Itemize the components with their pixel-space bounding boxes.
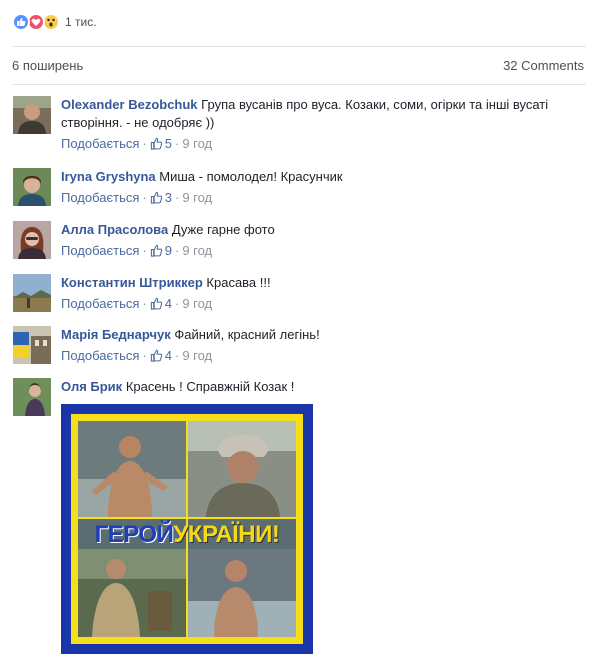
comment-meta: Подобається · 3 · 9 год bbox=[61, 190, 213, 206]
comment-photo-attachment[interactable]: ГЕРОЙ УКРАЇНИ! bbox=[61, 404, 313, 654]
like-button[interactable]: Подобається bbox=[61, 190, 139, 206]
comment-timestamp[interactable]: 9 год bbox=[182, 296, 212, 312]
like-count[interactable]: 4 bbox=[165, 348, 172, 364]
photo-yellow-frame: ГЕРОЙ УКРАЇНИ! bbox=[71, 414, 303, 644]
avatar[interactable] bbox=[13, 378, 51, 416]
comment-author[interactable]: Iryna Gryshyna bbox=[61, 169, 156, 184]
comment-author[interactable]: Марія Беднарчук bbox=[61, 327, 171, 342]
comment-meta: Подобається · 5 · 9 год bbox=[61, 136, 213, 152]
comment-timestamp[interactable]: 9 год bbox=[182, 136, 212, 152]
avatar[interactable] bbox=[13, 326, 51, 364]
comments-count-link[interactable]: 32 Comments bbox=[503, 58, 584, 73]
avatar[interactable] bbox=[13, 96, 51, 134]
comment-author[interactable]: Алла Прасолова bbox=[61, 222, 168, 237]
comment-text: Файний, красний легінь! bbox=[174, 327, 320, 342]
banner-part-yellow: УКРАЇНИ! bbox=[173, 521, 280, 548]
comment-timestamp[interactable]: 9 год bbox=[182, 190, 212, 206]
comment-author[interactable]: Константин Штриккер bbox=[61, 275, 203, 290]
post-stats-row: 6 поширень 32 Comments bbox=[12, 58, 584, 73]
comment-timestamp[interactable]: 9 год bbox=[182, 243, 212, 259]
avatar[interactable] bbox=[13, 168, 51, 206]
comment-text: Миша - помолодел! Красунчик bbox=[159, 169, 343, 184]
comment-text: Дуже гарне фото bbox=[171, 222, 275, 237]
photo-collage: ГЕРОЙ УКРАЇНИ! bbox=[78, 421, 296, 637]
comment-meta: Подобається · 4 · 9 год bbox=[61, 348, 213, 364]
comment-meta: Подобається · 9 · 9 год bbox=[61, 243, 213, 259]
photo-banner-text: ГЕРОЙ УКРАЇНИ! bbox=[78, 519, 296, 551]
thumbs-up-icon bbox=[150, 191, 162, 204]
thumbs-up-icon bbox=[150, 349, 162, 362]
reactions-bar[interactable]: 1 тис. bbox=[12, 10, 97, 34]
like-button[interactable]: Подобається bbox=[61, 136, 139, 152]
avatar[interactable] bbox=[13, 274, 51, 312]
comment-timestamp[interactable]: 9 год bbox=[182, 348, 212, 364]
divider bbox=[12, 46, 586, 47]
comment-author[interactable]: Olexander Bezobchuk bbox=[61, 97, 198, 112]
like-button[interactable]: Подобається bbox=[61, 243, 139, 259]
like-count[interactable]: 5 bbox=[165, 136, 172, 152]
like-button[interactable]: Подобається bbox=[61, 296, 139, 312]
comment-text: Красава !!! bbox=[206, 275, 271, 290]
like-count[interactable]: 9 bbox=[165, 243, 172, 259]
banner-part-blue: ГЕРОЙ bbox=[94, 521, 174, 548]
comment-text: Красень ! Справжній Козак ! bbox=[125, 379, 295, 394]
like-reaction-icon bbox=[12, 13, 30, 31]
like-button[interactable]: Подобається bbox=[61, 348, 139, 364]
thumbs-up-icon bbox=[150, 137, 162, 150]
like-count[interactable]: 3 bbox=[165, 190, 172, 206]
like-count[interactable]: 4 bbox=[165, 296, 172, 312]
thumbs-up-icon bbox=[150, 244, 162, 257]
reaction-count[interactable]: 1 тис. bbox=[65, 15, 97, 29]
thumbs-up-icon bbox=[150, 297, 162, 310]
shares-link[interactable]: 6 поширень bbox=[12, 58, 83, 73]
comment-author[interactable]: Оля Брик bbox=[61, 379, 122, 394]
divider bbox=[12, 84, 586, 85]
comment-meta: Подобається · 4 · 9 год bbox=[61, 296, 213, 312]
avatar[interactable] bbox=[13, 221, 51, 259]
